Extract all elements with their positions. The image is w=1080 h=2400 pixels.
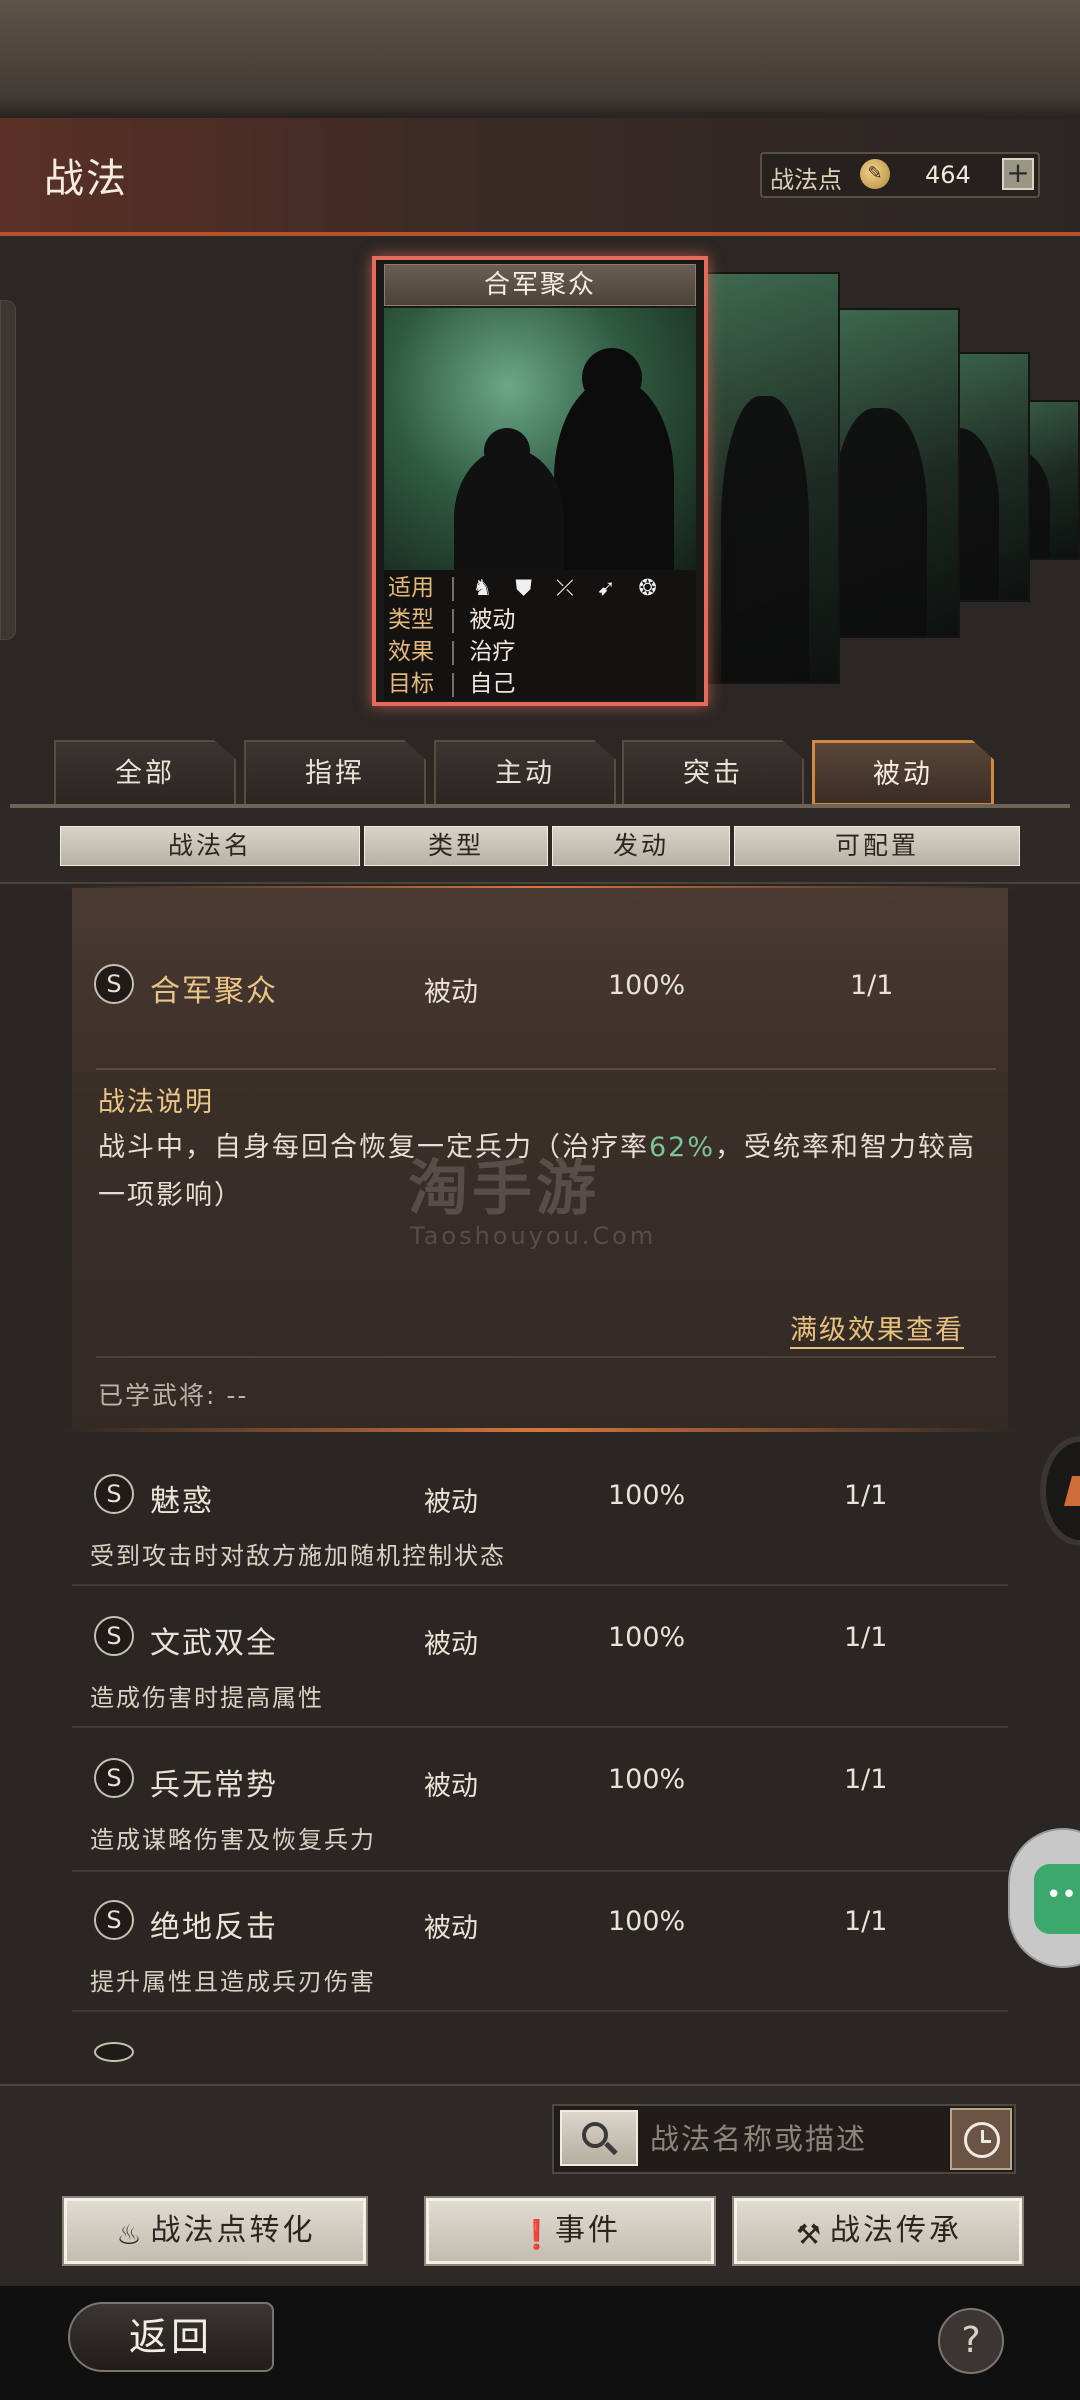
tactic-name: 文武双全 [150,1626,278,1661]
tactic-trigger: 100% [608,1764,686,1795]
grade-badge: S [94,1900,134,1940]
alert-scroll-icon: ❗ [519,2218,557,2251]
watermark-logo: 淘手游 [408,1154,600,1224]
learned-generals: 已学武将: -- [98,1381,249,1410]
tactic-points-label: 战法点 [770,166,842,194]
tactic-configurable: 1/1 [844,1622,888,1653]
divider [72,1870,1008,1872]
card-target-row: 目标 自己 [388,668,515,700]
bow-icon: ⤫ [556,575,574,601]
card-type-row: 类型 被动 [388,604,515,636]
side-drawer-handle[interactable] [0,300,16,640]
tactic-type: 被动 [424,1629,478,1660]
divider [72,1584,1008,1586]
cavalry-icon: ♞ [472,575,493,601]
chat-bubble-icon: ••• [1034,1864,1080,1934]
tactic-summary: 提升属性且造成兵刃伤害 [90,1968,376,1996]
grade-badge: S [94,1616,134,1656]
tactic-name: 兵无常势 [150,1768,278,1803]
tactic-trigger: 100% [608,1906,686,1937]
tactic-name: 魅惑 [150,1484,214,1519]
tab-assault[interactable]: 突击 [622,740,804,806]
tab-active[interactable]: 主动 [434,740,616,806]
column-header-configurable[interactable]: 可配置 [734,826,1020,866]
tab-command[interactable]: 指挥 [244,740,426,806]
heal-rate-value: 62% [649,1132,716,1163]
help-button[interactable]: ? [938,2308,1004,2374]
card-title: 合军聚众 [483,270,596,300]
search-input[interactable] [650,2112,940,2166]
tactic-summary: 造成伤害时提高属性 [90,1684,324,1712]
inherit-tactic-label: 战法传承 [830,2213,962,2248]
card-title-bar: 合军聚众 [384,264,696,306]
grade-badge: S [94,1474,134,1514]
search-button[interactable] [560,2110,638,2166]
expanded-tactic-name: 合军聚众 [150,974,278,1009]
tactic-configurable: 1/1 [844,1906,888,1937]
tactic-points-value: 464 [925,161,971,189]
feather-icon: ✎ [860,159,890,189]
expanded-tactic-configurable: 1/1 [850,970,894,1001]
grade-badge: S [94,964,134,1004]
divider [72,2010,1008,2012]
tab-passive[interactable]: 被动 [812,740,994,806]
watermark-url: Taoshouyou.Com [410,1222,657,1250]
convert-points-label: 战法点转化 [150,2213,316,2248]
tactic-trigger: 100% [608,1480,686,1511]
card-effect-row: 效果 治疗 [388,636,515,668]
column-header-trigger[interactable]: 发动 [552,826,730,866]
expanded-tactic-type: 被动 [424,977,478,1008]
card-applicable-row: 适用 ♞ ⛊ ⤫ ➹ ❂ [388,572,669,604]
grade-badge: S [94,1758,134,1798]
top-decoration [0,0,1080,118]
divider [72,1726,1008,1728]
card-type-value: 被动 [469,607,516,633]
card-target-label: 目标 [388,671,434,697]
inherit-tactic-button[interactable]: ⚒ 战法传承 [732,2196,1024,2266]
expanded-bottom-glow [60,1428,1020,1432]
tactic-summary: 造成谋略伤害及恢复兵力 [90,1826,376,1854]
back-button[interactable]: 返回 [68,2302,274,2372]
card-target-value: 自己 [469,671,516,697]
max-level-effect-link[interactable]: 满级效果查看 [790,1308,964,1349]
divider [96,1068,996,1070]
card-stack-item[interactable] [690,272,840,684]
card-effect-label: 效果 [388,639,434,665]
hammer-icon: ⚒ [795,2218,825,2251]
events-label: 事件 [555,2213,621,2248]
tactic-trigger: 100% [608,1622,686,1653]
convert-points-button[interactable]: ♨ 战法点转化 [62,2196,368,2266]
column-header-name[interactable]: 战法名 [60,826,360,866]
tab-all[interactable]: 全部 [54,740,236,806]
column-header-type[interactable]: 类型 [364,826,548,866]
tactic-configurable: 1/1 [844,1480,888,1511]
tactic-configurable: 1/1 [844,1764,888,1795]
card-type-label: 类型 [388,607,434,633]
tactic-description-title: 战法说明 [98,1087,214,1118]
tactic-summary: 受到攻击时对敌方施加随机控制状态 [90,1542,506,1570]
card-effect-value: 治疗 [469,639,516,665]
shield-icon: ⛊ [515,575,532,601]
expanded-tactic-trigger: 100% [608,970,686,1001]
page-title: 战法 [44,156,128,202]
card-applicable-label: 适用 [388,575,434,601]
divider [96,1356,996,1358]
flame-icon: ♨ [116,2218,145,2251]
events-button[interactable]: ❗事件 [424,2196,716,2266]
card-artwork [384,308,696,570]
grade-badge [94,2042,134,2062]
spear-icon: ➹ [597,575,616,601]
tactic-name: 绝地反击 [150,1910,278,1945]
add-points-button[interactable]: + [1002,158,1034,190]
tactic-type: 被动 [424,1771,478,1802]
tactic-type: 被动 [424,1913,478,1944]
history-button[interactable] [950,2108,1012,2170]
wheel-icon: ❂ [638,575,657,601]
tactic-type: 被动 [424,1487,478,1518]
